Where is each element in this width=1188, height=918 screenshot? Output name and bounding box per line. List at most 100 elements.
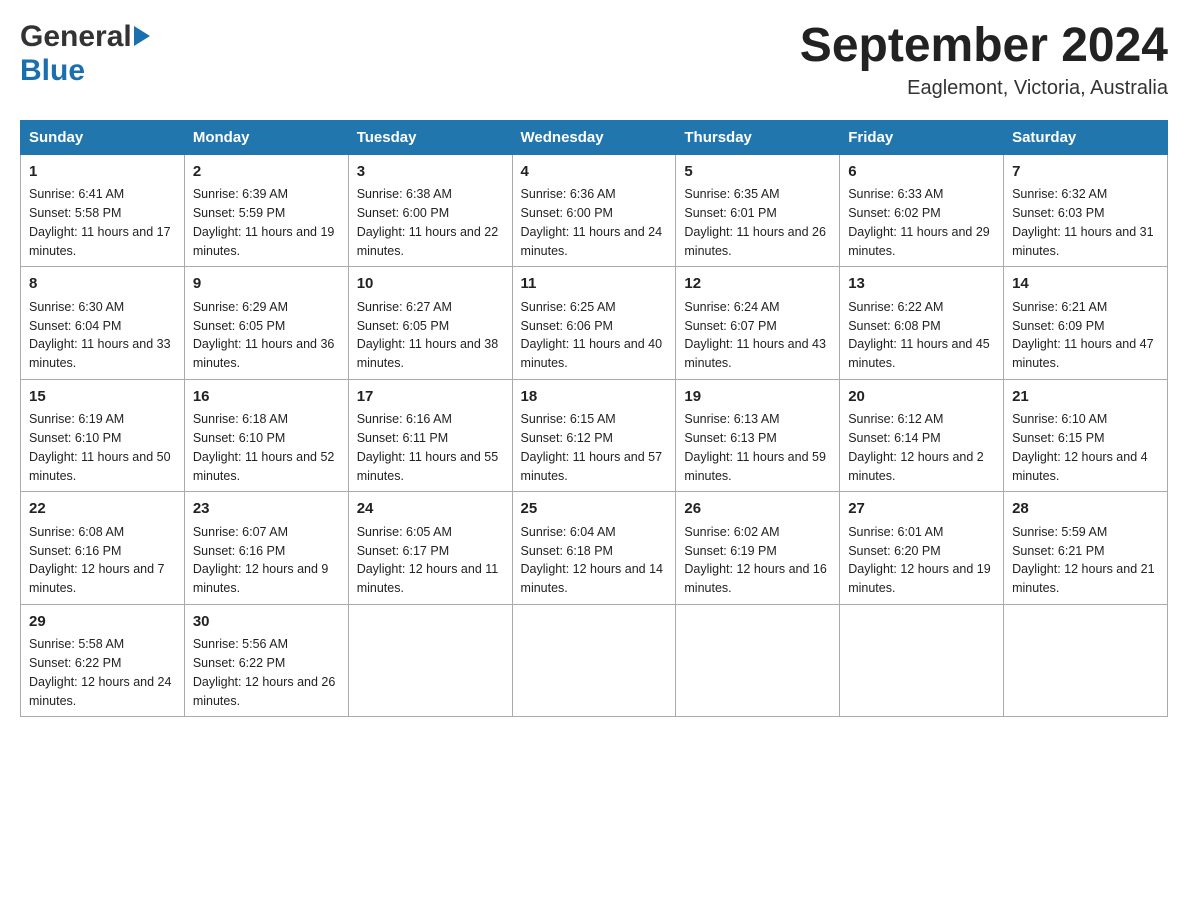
calendar-cell: 3 Sunrise: 6:38 AM Sunset: 6:00 PM Daylight… [348, 154, 512, 267]
sunset-label: Sunset: 6:06 PM [521, 319, 613, 333]
sunrise-label: Sunrise: 6:39 AM [193, 187, 288, 201]
sunrise-label: Sunrise: 6:29 AM [193, 300, 288, 314]
sunrise-label: Sunrise: 6:16 AM [357, 412, 452, 426]
sunset-label: Sunset: 6:03 PM [1012, 206, 1104, 220]
calendar-cell: 30 Sunrise: 5:56 AM Sunset: 6:22 PM Dayligh… [184, 604, 348, 717]
sunrise-label: Sunrise: 6:12 AM [848, 412, 943, 426]
day-number: 9 [193, 273, 340, 296]
calendar-cell: 16Sunrise: 6:18 AMSunset: 6:10 PMDayligh… [184, 379, 348, 492]
sunset-label: Sunset: 6:15 PM [1012, 431, 1104, 445]
sunrise-label: Sunrise: 6:41 AM [29, 187, 124, 201]
calendar-table: SundayMondayTuesdayWednesdayThursdayFrid… [20, 120, 1168, 718]
sunset-label: Sunset: 6:04 PM [29, 319, 121, 333]
day-number: 18 [521, 386, 668, 409]
sunset-label: Sunset: 6:00 PM [357, 206, 449, 220]
logo-blue-text: Blue [20, 54, 85, 87]
calendar-week-2: 8Sunrise: 6:30 AMSunset: 6:04 PMDaylight… [21, 267, 1168, 380]
sunrise-label: Sunrise: 6:36 AM [521, 187, 616, 201]
daylight-label: Daylight: 11 hours and 31 minutes. [1012, 225, 1154, 258]
calendar-cell: 29Sunrise: 5:58 AMSunset: 6:22 PMDayligh… [21, 604, 185, 717]
sunrise-label: Sunrise: 6:38 AM [357, 187, 452, 201]
calendar-cell: 14Sunrise: 6:21 AMSunset: 6:09 PMDayligh… [1004, 267, 1168, 380]
daylight-label: Daylight: 12 hours and 14 minutes. [521, 562, 663, 595]
calendar-cell: 24Sunrise: 6:05 AMSunset: 6:17 PMDayligh… [348, 492, 512, 605]
sunset-label: Sunset: 5:59 PM [193, 206, 285, 220]
day-number: 30 [193, 611, 340, 634]
calendar-cell: 7Sunrise: 6:32 AMSunset: 6:03 PMDaylight… [1004, 154, 1168, 267]
sunset-label: Sunset: 6:17 PM [357, 544, 449, 558]
calendar-cell: 4Sunrise: 6:36 AMSunset: 6:00 PMDaylight… [512, 154, 676, 267]
day-number: 3 [357, 161, 504, 184]
calendar-cell: 18Sunrise: 6:15 AMSunset: 6:12 PMDayligh… [512, 379, 676, 492]
sunrise-label: Sunrise: 6:15 AM [521, 412, 616, 426]
sunset-label: Sunset: 6:22 PM [193, 656, 285, 670]
daylight-label: Daylight: 11 hours and 22 minutes. [357, 225, 499, 258]
sunset-label: Sunset: 6:16 PM [29, 544, 121, 558]
location-title: Eaglemont, Victoria, Australia [800, 77, 1168, 100]
weekday-header-tuesday: Tuesday [348, 120, 512, 154]
calendar-cell: 21Sunrise: 6:10 AMSunset: 6:15 PMDayligh… [1004, 379, 1168, 492]
sunset-label: Sunset: 6:09 PM [1012, 319, 1104, 333]
calendar-cell [840, 604, 1004, 717]
sunset-label: Sunset: 6:19 PM [684, 544, 776, 558]
day-number: 13 [848, 273, 995, 296]
sunset-label: Sunset: 6:02 PM [848, 206, 940, 220]
calendar-cell: 17Sunrise: 6:16 AMSunset: 6:11 PMDayligh… [348, 379, 512, 492]
daylight-label: Daylight: 12 hours and 9 minutes. [193, 562, 329, 595]
day-number: 12 [684, 273, 831, 296]
day-number: 16 [193, 386, 340, 409]
daylight-label: Daylight: 12 hours and 4 minutes. [1012, 450, 1148, 483]
daylight-label: Daylight: 11 hours and 19 minutes. [193, 225, 335, 258]
sunrise-label: Sunrise: 6:02 AM [684, 525, 779, 539]
logo-general-text: General [20, 20, 132, 54]
calendar-week-3: 15Sunrise: 6:19 AMSunset: 6:10 PMDayligh… [21, 379, 1168, 492]
sunrise-label: Sunrise: 6:10 AM [1012, 412, 1107, 426]
sunrise-label: Sunrise: 6:22 AM [848, 300, 943, 314]
sunset-label: Sunset: 6:10 PM [29, 431, 121, 445]
sunset-label: Sunset: 6:11 PM [357, 431, 449, 445]
sunset-label: Sunset: 6:22 PM [29, 656, 121, 670]
daylight-label: Daylight: 11 hours and 47 minutes. [1012, 337, 1154, 370]
title-section: September 2024 Eaglemont, Victoria, Aust… [800, 20, 1168, 100]
sunrise-label: Sunrise: 6:33 AM [848, 187, 943, 201]
day-number: 2 [193, 161, 340, 184]
weekday-header-thursday: Thursday [676, 120, 840, 154]
weekday-header-row: SundayMondayTuesdayWednesdayThursdayFrid… [21, 120, 1168, 154]
day-number: 29 [29, 611, 176, 634]
day-number: 14 [1012, 273, 1159, 296]
sunset-label: Sunset: 6:08 PM [848, 319, 940, 333]
calendar-cell [348, 604, 512, 717]
sunset-label: Sunset: 6:05 PM [193, 319, 285, 333]
day-number: 11 [521, 273, 668, 296]
sunrise-label: Sunrise: 5:56 AM [193, 637, 288, 651]
sunrise-label: Sunrise: 5:59 AM [1012, 525, 1107, 539]
daylight-label: Daylight: 12 hours and 11 minutes. [357, 562, 499, 595]
calendar-cell: 25Sunrise: 6:04 AMSunset: 6:18 PMDayligh… [512, 492, 676, 605]
sunrise-label: Sunrise: 6:07 AM [193, 525, 288, 539]
day-number: 28 [1012, 498, 1159, 521]
calendar-week-1: 1Sunrise: 6:41 AMSunset: 5:58 PMDaylight… [21, 154, 1168, 267]
weekday-header-sunday: Sunday [21, 120, 185, 154]
daylight-label: Daylight: 11 hours and 52 minutes. [193, 450, 335, 483]
day-number: 17 [357, 386, 504, 409]
daylight-label: Daylight: 11 hours and 40 minutes. [521, 337, 663, 370]
calendar-cell: 13Sunrise: 6:22 AMSunset: 6:08 PMDayligh… [840, 267, 1004, 380]
calendar-cell: 22Sunrise: 6:08 AMSunset: 6:16 PMDayligh… [21, 492, 185, 605]
calendar-cell: 8Sunrise: 6:30 AMSunset: 6:04 PMDaylight… [21, 267, 185, 380]
sunset-label: Sunset: 6:20 PM [848, 544, 940, 558]
page-header: General Blue September 2024 Eaglemont, V… [20, 20, 1168, 100]
daylight-label: Daylight: 12 hours and 7 minutes. [29, 562, 165, 595]
weekday-header-saturday: Saturday [1004, 120, 1168, 154]
daylight-label: Daylight: 12 hours and 26 minutes. [193, 675, 335, 708]
calendar-header: SundayMondayTuesdayWednesdayThursdayFrid… [21, 120, 1168, 154]
day-number: 25 [521, 498, 668, 521]
sunrise-label: Sunrise: 6:04 AM [521, 525, 616, 539]
daylight-label: Daylight: 12 hours and 2 minutes. [848, 450, 984, 483]
daylight-label: Daylight: 11 hours and 57 minutes. [521, 450, 663, 483]
sunset-label: Sunset: 6:05 PM [357, 319, 449, 333]
daylight-label: Daylight: 11 hours and 24 minutes. [521, 225, 663, 258]
sunrise-label: Sunrise: 6:13 AM [684, 412, 779, 426]
day-number: 4 [521, 161, 668, 184]
day-number: 6 [848, 161, 995, 184]
calendar-cell: 20Sunrise: 6:12 AMSunset: 6:14 PMDayligh… [840, 379, 1004, 492]
